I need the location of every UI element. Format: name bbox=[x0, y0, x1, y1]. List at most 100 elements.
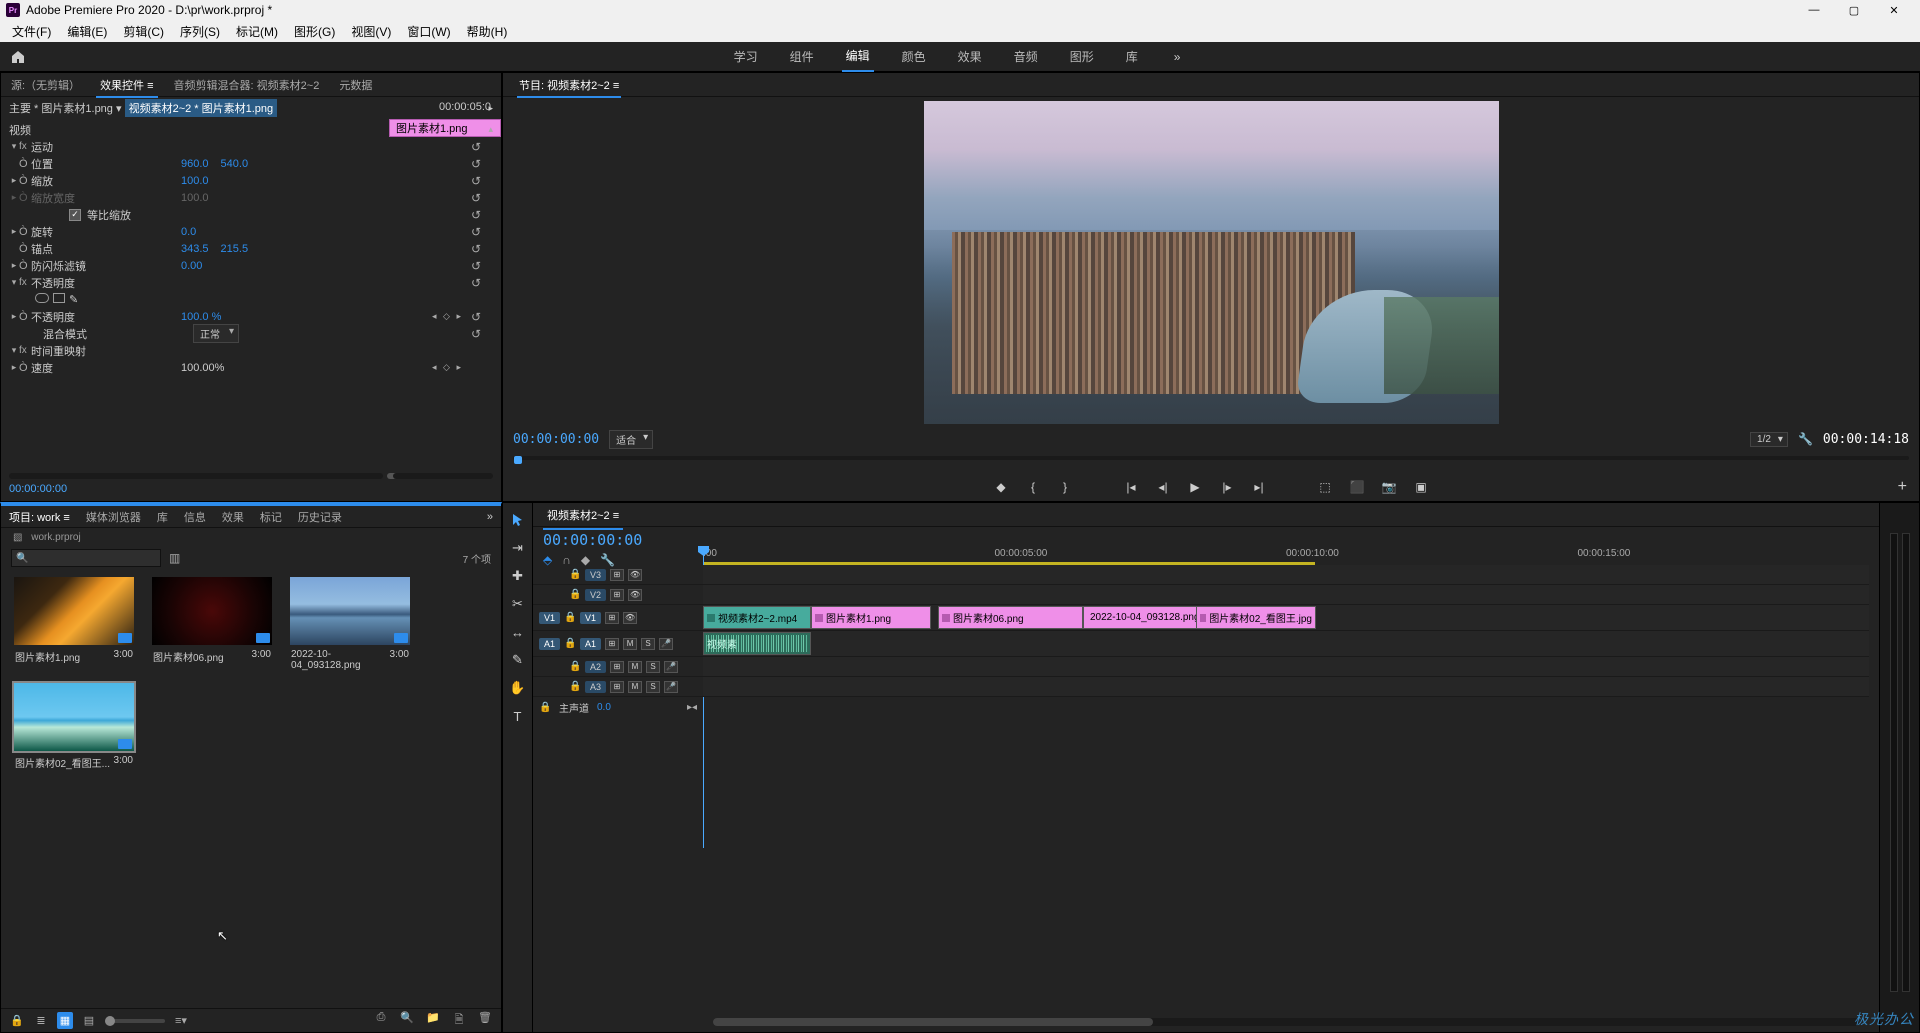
button-editor-icon[interactable]: + bbox=[1898, 478, 1907, 496]
track-lock-icon[interactable]: 🔒 bbox=[569, 681, 581, 692]
ellipse-mask-icon[interactable] bbox=[35, 293, 49, 303]
sync-lock-icon[interactable]: ⊞ bbox=[605, 612, 619, 624]
sync-lock-icon[interactable]: ⊞ bbox=[605, 638, 619, 650]
history-tab[interactable]: 历史记录 bbox=[290, 505, 350, 529]
project-item[interactable]: 图片素材1.png3:00 bbox=[9, 577, 139, 675]
chevron-down-icon[interactable]: ▾ bbox=[9, 277, 19, 288]
keyframe-nav[interactable]: ◂ ◇ ▸ bbox=[432, 311, 463, 322]
list-view-icon[interactable]: ≣ bbox=[33, 1014, 49, 1027]
ec-motion-section[interactable]: 运动 bbox=[31, 139, 53, 155]
track-output-icon[interactable]: 👁 bbox=[628, 589, 642, 601]
reset-icon[interactable]: ↺ bbox=[471, 327, 481, 341]
track-label-v3[interactable]: V3 bbox=[585, 569, 606, 581]
master-lock-icon[interactable]: 🔒 bbox=[539, 702, 551, 713]
ec-mini-scrollbar[interactable] bbox=[393, 473, 493, 479]
ec-anchor-x[interactable]: 343.5 bbox=[181, 243, 209, 255]
reset-icon[interactable]: ↺ bbox=[471, 208, 481, 222]
timeline-clip[interactable]: 2022-10-04_093128.png bbox=[1083, 606, 1198, 629]
mute-icon[interactable]: M bbox=[628, 661, 642, 673]
track-label-a2[interactable]: A2 bbox=[585, 661, 606, 673]
export-frame-icon[interactable]: 📷 bbox=[1380, 480, 1398, 494]
chevron-down-icon[interactable]: ▾ bbox=[9, 141, 19, 152]
playhead-icon[interactable] bbox=[513, 456, 523, 470]
thumbnail-size-slider[interactable] bbox=[105, 1019, 165, 1023]
track-lock-icon[interactable]: 🔒 bbox=[564, 638, 576, 649]
program-scrub-bar[interactable] bbox=[513, 456, 1909, 470]
play-icon[interactable]: ▶ bbox=[1186, 480, 1204, 494]
project-item[interactable]: 图片素材06.png3:00 bbox=[147, 577, 277, 675]
ec-blend-mode-select[interactable]: 正常 bbox=[193, 324, 239, 343]
workspace-tab-assembly[interactable]: 组件 bbox=[786, 42, 818, 71]
lock-icon[interactable]: 🔒 bbox=[9, 1014, 25, 1027]
markers-tab[interactable]: 标记 bbox=[252, 505, 290, 529]
add-marker-icon[interactable]: ◆ bbox=[992, 480, 1010, 494]
track-label-v1[interactable]: V1 bbox=[580, 612, 601, 624]
program-resolution-select[interactable]: 1/2 bbox=[1750, 432, 1788, 447]
project-tab[interactable]: 项目: work ≡ bbox=[1, 505, 78, 529]
solo-icon[interactable]: S bbox=[646, 661, 660, 673]
window-maximize[interactable]: ▢ bbox=[1834, 0, 1874, 20]
freeform-view-icon[interactable]: ▤ bbox=[81, 1014, 97, 1027]
ec-mask-shapes[interactable]: ✎ bbox=[35, 293, 78, 306]
expand-master-icon[interactable]: ▸◂ bbox=[687, 702, 697, 713]
sort-icon[interactable]: ≡▾ bbox=[173, 1014, 189, 1027]
selection-tool-icon[interactable] bbox=[509, 511, 527, 529]
ec-scale-value[interactable]: 100.0 bbox=[181, 175, 209, 187]
ec-opacity-value[interactable]: 100.0 % bbox=[181, 311, 221, 323]
track-label-a3[interactable]: A3 bbox=[585, 681, 606, 693]
auto-match-seq-icon[interactable]: ⎙ bbox=[373, 1011, 389, 1030]
mute-icon[interactable]: M bbox=[623, 638, 637, 650]
project-thumbnail[interactable] bbox=[290, 577, 410, 645]
project-item[interactable]: 图片素材02_看图王...3:00 bbox=[9, 683, 139, 774]
effects-tab[interactable]: 效果 bbox=[214, 505, 252, 529]
reset-icon[interactable]: ↺ bbox=[471, 276, 481, 290]
go-to-in-icon[interactable]: |◂ bbox=[1122, 480, 1140, 494]
mark-in-icon[interactable]: { bbox=[1024, 480, 1042, 494]
timeline-ruler[interactable]: :00 00:00:05:00 00:00:10:00 00:00:15:00 bbox=[703, 548, 1869, 566]
sync-lock-icon[interactable]: ⊞ bbox=[610, 589, 624, 601]
menu-window[interactable]: 窗口(W) bbox=[399, 21, 458, 42]
ec-breadcrumb-link[interactable]: 视频素材2~2 * 图片素材1.png bbox=[125, 99, 278, 117]
reset-icon[interactable]: ↺ bbox=[471, 225, 481, 239]
track-output-icon[interactable]: 👁 bbox=[623, 612, 637, 624]
chevron-right-icon[interactable]: ▸ bbox=[9, 226, 19, 237]
project-item[interactable]: 2022-10-04_093128.png3:00 bbox=[285, 577, 415, 675]
workspace-overflow-icon[interactable]: » bbox=[1174, 50, 1181, 64]
workspace-tab-library[interactable]: 库 bbox=[1122, 42, 1142, 71]
timeline-clip-area[interactable]: 视频素材2~2.mp4图片素材1.png图片素材06.png2022-10-04… bbox=[703, 565, 1869, 697]
voice-over-icon[interactable]: 🎤 bbox=[659, 638, 673, 650]
reset-icon[interactable]: ↺ bbox=[471, 310, 481, 324]
ec-footer-timecode[interactable]: 00:00:00:00 bbox=[9, 483, 67, 495]
ec-horizontal-scrollbar[interactable] bbox=[9, 473, 383, 479]
tab-overflow-icon[interactable]: » bbox=[479, 507, 501, 527]
reset-icon[interactable]: ↺ bbox=[471, 242, 481, 256]
menu-graphics[interactable]: 图形(G) bbox=[286, 21, 343, 42]
timeline-sequence-title[interactable]: 视频素材2~2 ≡ bbox=[543, 504, 623, 526]
project-thumbnail[interactable] bbox=[152, 577, 272, 645]
mute-icon[interactable]: M bbox=[628, 681, 642, 693]
new-item-icon[interactable]: 🗎 bbox=[451, 1011, 467, 1030]
project-thumbnail[interactable] bbox=[14, 683, 134, 751]
ec-opacity-section[interactable]: 不透明度 bbox=[31, 275, 75, 291]
lift-icon[interactable]: ⬚ bbox=[1316, 480, 1334, 494]
ripple-edit-tool-icon[interactable]: ✚ bbox=[509, 567, 527, 585]
ec-rotation-value[interactable]: 0.0 bbox=[181, 226, 196, 238]
program-zoom-select[interactable]: 适合 bbox=[609, 430, 653, 449]
source-v1-toggle[interactable]: V1 bbox=[539, 612, 560, 624]
stopwatch-icon[interactable]: Ò bbox=[19, 158, 31, 170]
chevron-right-icon[interactable]: ▸ bbox=[9, 175, 19, 186]
chevron-right-icon[interactable]: ▸ bbox=[9, 260, 19, 271]
reset-icon[interactable]: ↺ bbox=[471, 157, 481, 171]
ec-anchor-y[interactable]: 215.5 bbox=[221, 243, 249, 255]
timeline-clip[interactable]: 图片素材06.png bbox=[938, 606, 1083, 629]
razor-tool-icon[interactable]: ✂ bbox=[509, 595, 527, 613]
voice-over-icon[interactable]: 🎤 bbox=[664, 661, 678, 673]
solo-icon[interactable]: S bbox=[641, 638, 655, 650]
source-tab-metadata[interactable]: 元数据 bbox=[329, 73, 382, 97]
window-minimize[interactable]: — bbox=[1794, 0, 1834, 20]
program-timecode-left[interactable]: 00:00:00:00 bbox=[513, 432, 599, 447]
stopwatch-icon[interactable]: Ò bbox=[19, 175, 31, 187]
workspace-tab-audio[interactable]: 音频 bbox=[1010, 42, 1042, 71]
chevron-down-icon[interactable]: ▾ bbox=[9, 345, 19, 356]
info-tab[interactable]: 信息 bbox=[176, 505, 214, 529]
